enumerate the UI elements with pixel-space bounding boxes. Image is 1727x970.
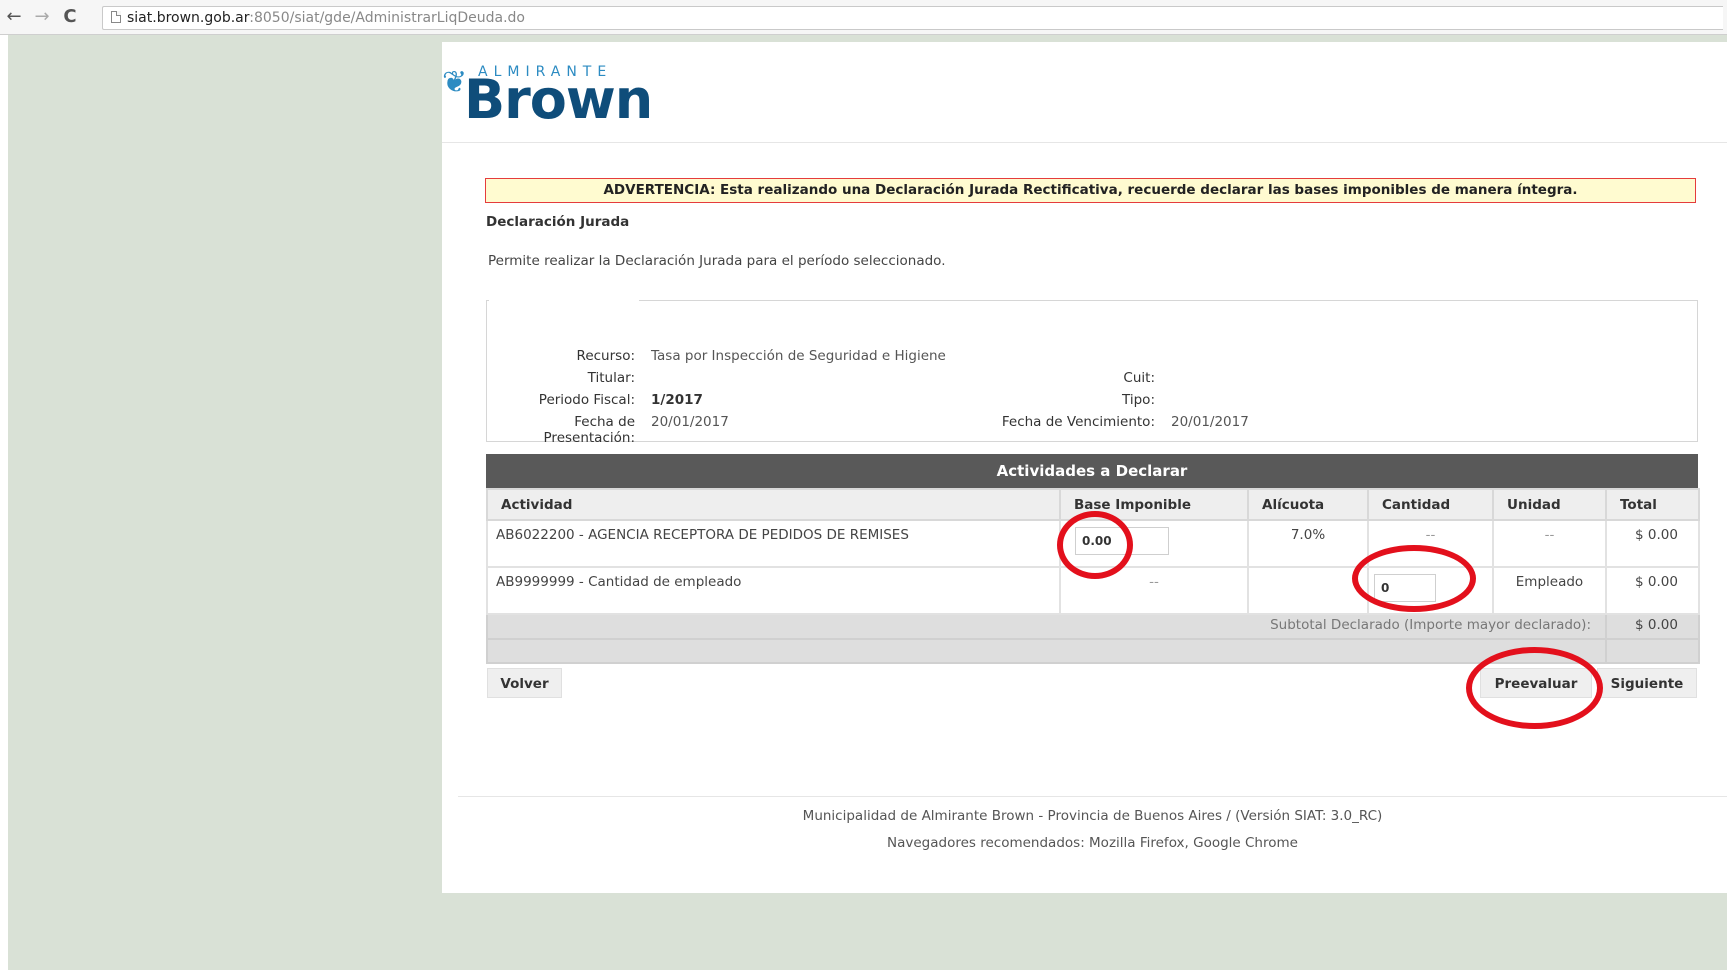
table-row: AB6022200 - AGENCIA RECEPTORA DE PEDIDOS… — [486, 519, 1700, 568]
presentacion-label: Fecha de Presentación: — [543, 414, 635, 446]
volver-button[interactable]: Volver — [487, 668, 562, 698]
subtotal-value: $ 0.00 — [1605, 613, 1700, 640]
periodo-value: 1/2017 — [651, 392, 703, 408]
table-row: AB9999999 - Cantidad de empleado -- 0 Em… — [486, 566, 1700, 615]
cuit-label: Cuit: — [1123, 370, 1155, 386]
cell-unidad: -- — [1492, 519, 1607, 568]
footer-divider — [458, 796, 1727, 797]
url-host: siat.brown.gob.ar — [127, 10, 250, 26]
browser-toolbar: ← → C siat.brown.gob.ar:8050/siat/gde/Ad… — [0, 0, 1727, 35]
subtotal-label: Subtotal Declarado (Importe mayor declar… — [486, 613, 1607, 640]
section-title: Declaración Jurada — [486, 214, 630, 230]
site-header: ❦ ALMIRANTE Brown — [442, 42, 1727, 143]
almirante-brown-logo[interactable]: ❦ ALMIRANTE Brown — [442, 60, 682, 135]
fieldset-legend — [489, 299, 639, 303]
blank-row — [486, 638, 1700, 664]
col-unidad: Unidad — [1492, 488, 1607, 521]
footer-line-2: Navegadores recomendados: Mozilla Firefo… — [887, 835, 1298, 851]
address-bar[interactable]: siat.brown.gob.ar:8050/siat/gde/Administ… — [102, 6, 1723, 30]
section-description: Permite realizar la Declaración Jurada p… — [488, 253, 946, 269]
cell-unidad: Empleado — [1492, 566, 1607, 615]
activities-title: Actividades a Declarar — [486, 454, 1698, 488]
col-cantidad: Cantidad — [1367, 488, 1494, 521]
reload-icon[interactable]: C — [60, 6, 80, 28]
cell-base: -- — [1059, 566, 1249, 615]
vencimiento-label: Fecha de Vencimiento: — [1001, 414, 1155, 430]
tipo-label: Tipo: — [1122, 392, 1155, 408]
cell-total: $ 0.00 — [1605, 519, 1700, 568]
cell-cantidad: 0 — [1367, 566, 1494, 615]
col-base-imponible: Base Imponible — [1059, 488, 1249, 521]
forward-arrow-icon[interactable]: → — [32, 6, 52, 28]
activities-table: Actividad Base Imponible Alícuota Cantid… — [486, 488, 1700, 664]
cantidad-input[interactable]: 0 — [1374, 574, 1436, 602]
activities-panel: Actividades a Declarar Actividad Base Im… — [486, 454, 1700, 664]
blank-cell — [486, 638, 1607, 664]
back-arrow-icon[interactable]: ← — [4, 6, 24, 28]
cell-alicuota — [1247, 566, 1369, 615]
vencimiento-value: 20/01/2017 — [1171, 414, 1249, 430]
cell-actividad: AB9999999 - Cantidad de empleado — [486, 566, 1061, 615]
recurso-label: Recurso: — [576, 348, 635, 364]
details-fieldset: Recurso: Tasa por Inspección de Segurida… — [486, 299, 1698, 446]
recurso-value: Tasa por Inspección de Seguridad e Higie… — [651, 348, 946, 364]
periodo-label: Periodo Fiscal: — [538, 392, 635, 408]
logo-title: Brown — [464, 68, 653, 131]
col-alicuota: Alícuota — [1247, 488, 1369, 521]
col-total: Total — [1605, 488, 1700, 521]
presentacion-value: 20/01/2017 — [651, 414, 729, 430]
cell-cantidad: -- — [1367, 519, 1494, 568]
preevaluar-button[interactable]: Preevaluar — [1480, 668, 1592, 698]
base-imponible-input[interactable]: 0.00 — [1075, 527, 1169, 555]
subtotal-row: Subtotal Declarado (Importe mayor declar… — [486, 613, 1700, 640]
titular-label: Titular: — [587, 370, 635, 386]
siguiente-button[interactable]: Siguiente — [1597, 668, 1697, 698]
cell-actividad: AB6022200 - AGENCIA RECEPTORA DE PEDIDOS… — [486, 519, 1061, 568]
url-path: :8050/siat/gde/AdministrarLiqDeuda.do — [249, 10, 525, 26]
table-header-row: Actividad Base Imponible Alícuota Cantid… — [486, 488, 1700, 521]
footer-line-1: Municipalidad de Almirante Brown - Provi… — [802, 808, 1383, 824]
cell-total: $ 0.00 — [1605, 566, 1700, 615]
cell-base: 0.00 — [1059, 519, 1249, 568]
warning-banner: ADVERTENCIA: Esta realizando una Declara… — [485, 178, 1696, 203]
blank-cell — [1605, 638, 1700, 664]
page-icon — [111, 11, 121, 23]
col-actividad: Actividad — [486, 488, 1061, 521]
cell-alicuota: 7.0% — [1247, 519, 1369, 568]
